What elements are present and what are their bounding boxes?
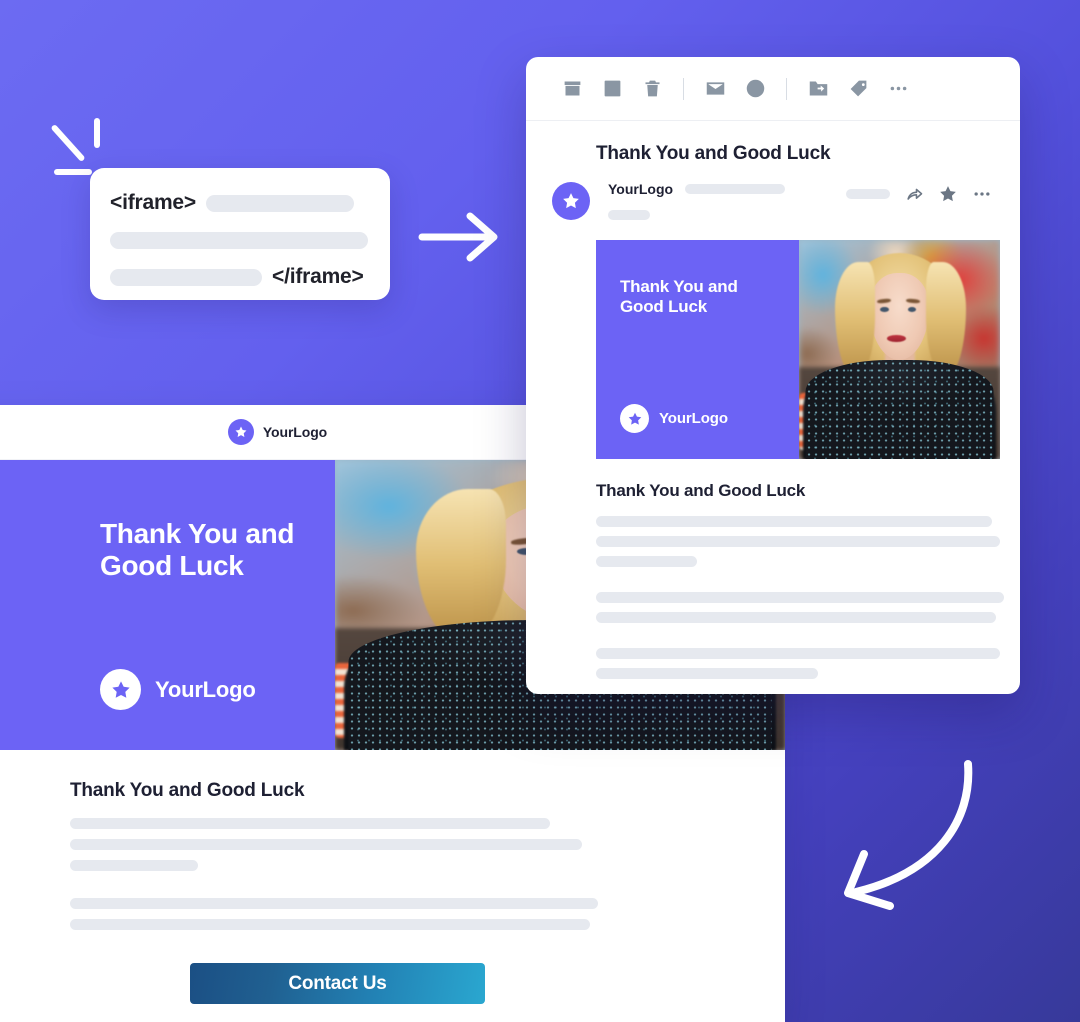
archive-icon[interactable]: [552, 69, 592, 109]
reply-icon[interactable]: [904, 184, 924, 204]
move-to-icon[interactable]: [798, 69, 838, 109]
email-hero-photo: [799, 240, 1000, 459]
more-options-icon[interactable]: [878, 69, 918, 109]
text-placeholder-bar: [596, 516, 992, 527]
email-hero-title: Thank You and Good Luck: [620, 277, 738, 317]
text-placeholder-bar: [70, 839, 582, 850]
code-line-open: <iframe>: [110, 188, 370, 218]
code-placeholder-bar: [110, 231, 368, 249]
email-hero-logo-text: YourLogo: [659, 410, 728, 427]
email-sender-row: YourLogo: [526, 165, 1020, 220]
text-placeholder-bar: [596, 536, 1000, 547]
preview-text-block: [70, 818, 785, 871]
email-client-card: Thank You and Good Luck YourLogo Thank Y…: [526, 57, 1020, 694]
code-line-close: </iframe>: [110, 262, 370, 292]
email-text-block: [596, 648, 1000, 679]
email-hero-left: Thank You and Good Luck YourLogo: [596, 240, 799, 459]
preview-hero-logo: YourLogo: [100, 669, 256, 710]
text-placeholder-bar: [596, 648, 1000, 659]
iframe-code-card: <iframe> </iframe>: [90, 168, 390, 300]
text-placeholder-bar: [596, 592, 1005, 603]
preview-header-logo-text: YourLogo: [262, 424, 328, 440]
text-placeholder-bar: [70, 898, 598, 909]
email-toolbar: [526, 57, 1020, 121]
sparkle-line-diagonal: [50, 123, 86, 163]
sender-details: YourLogo: [590, 181, 846, 220]
preview-text-block: [70, 898, 785, 930]
sender-actions: [846, 181, 992, 204]
label-icon[interactable]: [838, 69, 878, 109]
email-hero-logo: YourLogo: [620, 404, 728, 433]
star-icon[interactable]: [938, 184, 958, 204]
email-hero-banner: Thank You and Good Luck YourLogo: [526, 240, 1020, 459]
code-placeholder-bar: [110, 268, 262, 286]
email-body: Thank You and Good Luck: [526, 459, 1020, 679]
timestamp-placeholder: [846, 189, 890, 199]
preview-hero-left: Thank You and Good Luck YourLogo: [0, 460, 335, 750]
preview-hero-logo-text: YourLogo: [155, 676, 256, 702]
email-text-block: [596, 592, 1005, 623]
preview-hero-title: Thank You and Good Luck: [100, 518, 295, 581]
email-text-block: [596, 516, 1000, 567]
email-body-title: Thank You and Good Luck: [596, 481, 806, 500]
text-placeholder-bar: [596, 612, 996, 623]
sparkle-line-vertical: [94, 118, 100, 148]
star-icon: [227, 419, 254, 445]
sender-meta-placeholder: [608, 210, 650, 220]
curved-arrow-down-left-icon: [844, 760, 973, 910]
preview-body: Thank You and Good Luck Contact Us: [0, 750, 785, 1004]
code-line-middle: [110, 225, 370, 255]
email-subject: Thank You and Good Luck: [596, 143, 831, 164]
preview-header-logo: YourLogo: [227, 419, 328, 445]
star-icon: [100, 669, 141, 710]
avatar: [552, 182, 590, 220]
delete-icon[interactable]: [632, 69, 672, 109]
sender-address-placeholder: [685, 184, 786, 194]
star-icon: [620, 404, 649, 433]
text-placeholder-bar: [70, 860, 198, 871]
iframe-open-tag: <iframe>: [110, 191, 196, 214]
toolbar-divider: [786, 77, 787, 100]
sender-name: YourLogo: [608, 181, 674, 197]
preview-body-title: Thank You and Good Luck: [70, 780, 305, 801]
sparkle-line-horizontal: [54, 169, 92, 175]
arrow-right-icon: [418, 212, 498, 262]
code-placeholder-bar: [205, 194, 354, 212]
contact-us-button[interactable]: Contact Us: [190, 963, 485, 1004]
text-placeholder-bar: [596, 668, 819, 679]
poster-canvas: <iframe> </iframe> YourLogo Thank You an…: [0, 0, 1080, 1022]
text-placeholder-bar: [70, 818, 550, 829]
text-placeholder-bar: [70, 919, 590, 930]
iframe-close-tag: </iframe>: [272, 265, 364, 288]
more-options-icon[interactable]: [972, 184, 992, 204]
report-spam-icon[interactable]: [592, 69, 632, 109]
toolbar-divider: [683, 77, 684, 100]
text-placeholder-bar: [596, 556, 697, 567]
snooze-icon[interactable]: [735, 69, 775, 109]
mark-unread-icon[interactable]: [695, 69, 735, 109]
